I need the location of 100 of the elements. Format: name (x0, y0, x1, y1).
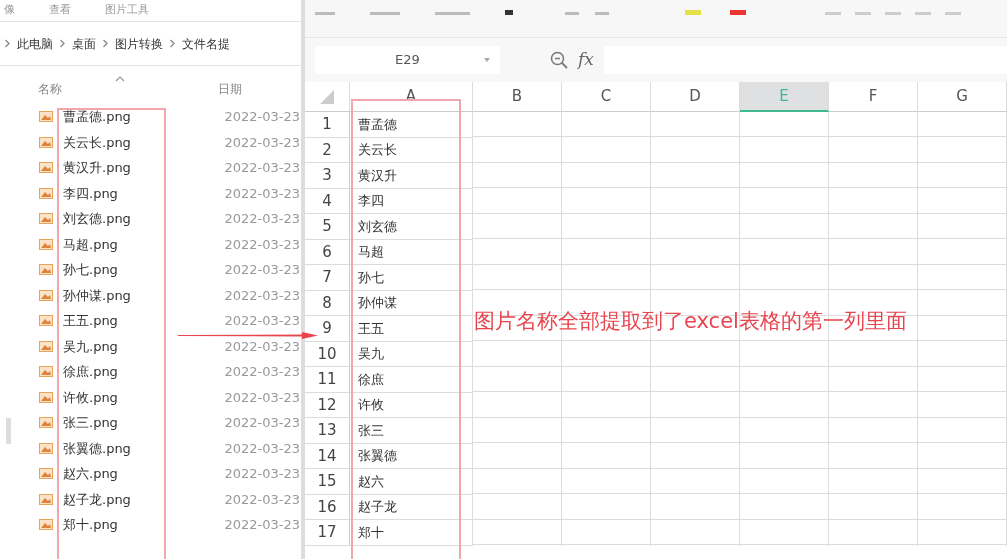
file-date: 2022-03-23 (224, 363, 300, 381)
scrollbar[interactable] (6, 418, 11, 444)
row-header[interactable]: 15 (305, 469, 350, 495)
chevron-icon (4, 39, 11, 48)
image-file-icon (39, 111, 53, 123)
table-cell[interactable]: 许攸 (350, 392, 473, 418)
file-name[interactable]: 许攸.png (63, 387, 118, 407)
file-name[interactable]: 赵子龙.png (63, 489, 131, 509)
column-header[interactable]: G (918, 82, 1007, 112)
file-name[interactable]: 黄汉升.png (63, 158, 131, 178)
file-date: 2022-03-23 (224, 439, 300, 458)
table-cell[interactable]: 黄汉升 (350, 163, 473, 189)
table-cell[interactable]: 赵子龙 (350, 494, 473, 520)
table-cell[interactable]: 徐庶 (350, 367, 473, 393)
row-header[interactable]: 5 (305, 214, 350, 240)
table-cell[interactable]: 吴九 (350, 341, 473, 367)
row-header[interactable]: 13 (305, 418, 350, 444)
file-date: 2022-03-23 (224, 210, 300, 228)
row-header[interactable]: 7 (305, 265, 350, 291)
file-date: 2022-03-23 (224, 286, 300, 305)
file-name[interactable]: 关云长.png (63, 132, 131, 152)
file-name[interactable]: 张三.png (63, 413, 118, 433)
row-header[interactable]: 4 (305, 188, 350, 214)
image-file-icon (39, 264, 53, 276)
file-date: 2022-03-23 (224, 490, 300, 509)
image-file-icon (39, 136, 53, 148)
file-date: 2022-03-23 (224, 388, 300, 407)
column-header[interactable]: 日期 (218, 80, 242, 98)
file-name[interactable]: 吴九.png (63, 336, 118, 356)
column-header[interactable]: B (473, 82, 562, 112)
breadcrumb-item[interactable]: 文件名提 (182, 34, 230, 53)
chevron-icon (102, 39, 109, 48)
sort-icon (115, 76, 125, 82)
row-header[interactable]: 16 (305, 494, 350, 520)
image-file-icon (39, 315, 53, 327)
chevron-icon (169, 39, 176, 48)
image-file-icon (39, 187, 53, 199)
file-name[interactable]: 徐庶.png (63, 362, 118, 382)
breadcrumb-item[interactable]: 桌面 (72, 34, 96, 53)
table-cell[interactable]: 孙七 (350, 265, 473, 291)
zoom-icon[interactable] (550, 51, 568, 69)
file-name[interactable]: 郑十.png (63, 515, 118, 535)
table-cell[interactable]: 马超 (350, 239, 473, 265)
row-header[interactable]: 14 (305, 443, 350, 469)
dropdown-icon[interactable] (484, 58, 490, 62)
table-cell[interactable]: 郑十 (350, 520, 473, 546)
file-name[interactable]: 曹孟德.png (63, 107, 131, 127)
column-header[interactable]: C (562, 82, 651, 112)
image-file-icon (39, 238, 53, 250)
file-name[interactable]: 孙七.png (63, 260, 118, 280)
file-date: 2022-03-23 (224, 414, 300, 432)
file-name[interactable]: 孙仲谋.png (63, 285, 131, 305)
image-file-icon (39, 366, 53, 378)
file-date: 2022-03-23 (224, 108, 300, 126)
file-date: 2022-03-23 (224, 159, 300, 177)
file-date: 2022-03-23 (224, 235, 300, 254)
file-name[interactable]: 马超.png (63, 234, 118, 254)
table-cell[interactable]: 王五 (350, 316, 473, 342)
file-date: 2022-03-23 (224, 261, 300, 279)
file-name[interactable]: 赵六.png (63, 464, 118, 484)
image-file-icon (39, 391, 53, 403)
file-name[interactable]: 张翼德.png (63, 438, 131, 458)
image-file-icon (39, 417, 53, 429)
image-file-icon (39, 493, 53, 505)
table-cell[interactable]: 曹孟德 (350, 112, 473, 138)
chevron-icon (59, 39, 66, 48)
function-label[interactable]: fx (578, 47, 594, 73)
corner-triangle-icon (320, 89, 334, 104)
column-header[interactable]: D (651, 82, 740, 112)
row-header[interactable]: 8 (305, 290, 350, 316)
column-header[interactable]: 名称 (38, 80, 218, 98)
file-name[interactable]: 李四.png (63, 183, 118, 203)
annotation-text: 图片名称全部提取到了excel表格的第一列里面 (474, 308, 907, 335)
breadcrumb-item[interactable]: 此电脑 (17, 34, 53, 53)
file-name[interactable]: 刘玄德.png (63, 209, 131, 229)
column-header[interactable]: F (829, 82, 918, 112)
row-header[interactable]: 12 (305, 392, 350, 418)
row-header[interactable]: 3 (305, 163, 350, 189)
file-date: 2022-03-23 (224, 465, 300, 483)
file-date: 2022-03-23 (224, 133, 300, 152)
file-name[interactable]: 王五.png (63, 311, 118, 331)
table-cell[interactable]: 赵六 (350, 469, 473, 495)
breadcrumb-item[interactable]: 图片转换 (115, 34, 163, 53)
row-header[interactable]: 6 (305, 239, 350, 265)
table-cell[interactable]: 刘玄德 (350, 214, 473, 240)
table-cell[interactable]: 李四 (350, 188, 473, 214)
row-header[interactable]: 10 (305, 341, 350, 367)
image-file-icon (39, 289, 53, 301)
row-header[interactable]: 1 (305, 112, 350, 138)
table-cell[interactable]: 孙仲谋 (350, 290, 473, 316)
image-file-icon (39, 442, 53, 454)
table-cell[interactable]: 张翼德 (350, 443, 473, 469)
table-cell[interactable]: 张三 (350, 418, 473, 444)
empty-cells[interactable] (473, 112, 1007, 546)
row-header[interactable]: 11 (305, 367, 350, 393)
table-cell[interactable]: 关云长 (350, 137, 473, 163)
image-file-icon (39, 468, 53, 480)
name-box[interactable]: E29 (315, 46, 500, 74)
row-header[interactable]: 17 (305, 520, 350, 546)
row-header[interactable]: 2 (305, 137, 350, 163)
